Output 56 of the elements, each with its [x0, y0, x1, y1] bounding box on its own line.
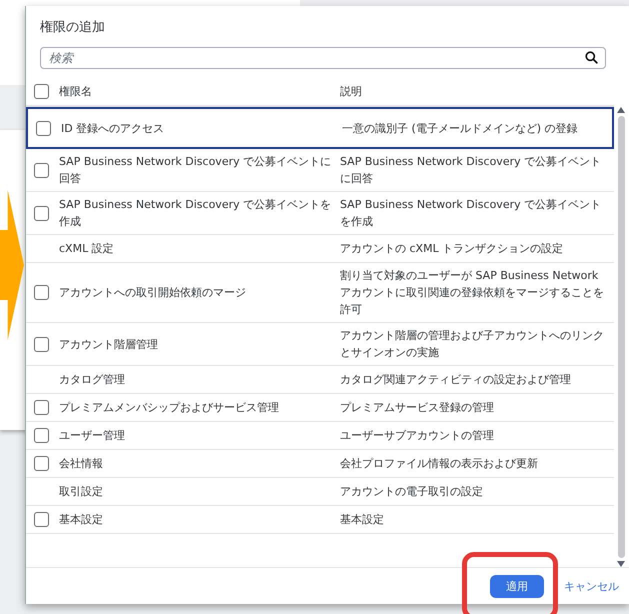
table-cell: 基本設定	[59, 513, 103, 526]
table-cell: 会社情報	[59, 457, 103, 470]
table-row[interactable]: 会社情報 会社プロファイル情報の表示および更新	[26, 450, 614, 478]
table-row[interactable]: SAP Business Network Discovery で公募イベントを作成 SAP Business Network Discovery で公募イベントを作成	[26, 192, 614, 235]
checkbox[interactable]	[36, 120, 50, 136]
table-row[interactable]: カタログ管理 カタログ関連アクティビティの設定および管理	[26, 366, 614, 394]
focused-row[interactable]: ID 登録へのアクセス 一意の識別子 (電子メールドメインなど) の登録	[26, 107, 614, 149]
table-cell: アカウントへの取引開始依頼のマージ	[59, 286, 246, 299]
apply-button[interactable]: 適用	[490, 574, 544, 598]
checkbox[interactable]	[34, 285, 48, 300]
table-cell: 一意の識別子 (電子メールドメインなど) の登録	[342, 122, 578, 134]
table-cell: ユーザー管理	[59, 429, 125, 442]
table-cell: SAP Business Network Discovery で公募イベントに回答	[59, 155, 332, 185]
table-cell: 割り当て対象のユーザーが SAP Business Network アカウントに取引関連の登録依頼をマージすることを許可	[340, 269, 604, 316]
table-cell: アカウントの cXML トランザクションの設定	[340, 242, 564, 255]
table-cell: 取引設定	[59, 485, 103, 498]
scroll-up-icon[interactable]	[617, 107, 625, 113]
table-row[interactable]: SAP Business Network Discovery で公募イベントに回答 SAP Business Network Discovery で公募イベントに回答	[26, 149, 614, 192]
table-row[interactable]: 取引設定 アカウントの電子取引の設定	[26, 478, 614, 506]
table-row[interactable]: プレミアムメンバシップおよびサービス管理 プレミアムサービス登録の管理	[26, 394, 614, 422]
table-cell: カタログ管理	[59, 373, 125, 386]
table-row[interactable]: ユーザー管理 ユーザーサブアカウントの管理	[26, 422, 614, 450]
table-cell: プレミアムメンバシップおよびサービス管理	[59, 401, 279, 414]
table-cell: カタログ関連アクティビティの設定および管理	[340, 373, 571, 386]
checkbox[interactable]	[34, 456, 48, 471]
table-cell: ユーザーサブアカウントの管理	[340, 429, 494, 442]
table-cell: アカウント階層の管理および子アカウントへのリンクとサインオンの実施	[340, 329, 604, 359]
table-cell: cXML 設定	[59, 242, 114, 255]
scrollbar-thumb[interactable]	[618, 116, 624, 558]
dialog-title: 権限の追加	[39, 19, 106, 37]
checkbox[interactable]	[34, 512, 48, 527]
table-row[interactable]: 基本設定 基本設定	[26, 506, 614, 534]
checkbox[interactable]	[34, 206, 48, 220]
cancel-link[interactable]: キャンセル	[564, 574, 619, 598]
table-row[interactable]: アカウント階層管理 アカウント階層の管理および子アカウントへのリンクとサインオンの実施	[26, 323, 614, 366]
checkbox[interactable]	[34, 428, 48, 443]
table-cell: アカウント階層管理	[59, 338, 158, 350]
table-cell: 基本設定	[340, 513, 384, 526]
table-cell: SAP Business Network Discovery で公募イベントに回答	[340, 155, 602, 185]
table-cell: ID 登録へのアクセス	[61, 122, 164, 134]
checkbox[interactable]	[34, 336, 48, 352]
checkbox[interactable]	[34, 84, 48, 98]
table-row[interactable]: cXML 設定 アカウントの cXML トランザクションの設定	[26, 235, 614, 263]
table-row[interactable]: アカウントへの取引開始依頼のマージ 割り当て対象のユーザーが SAP Business Network アカウントに取引関連の登録依頼をマージすることを許可	[26, 263, 614, 323]
table-cell: 会社プロファイル情報の表示および更新	[340, 457, 538, 470]
column-header: 説明	[340, 84, 363, 100]
scroll-down-icon[interactable]	[617, 561, 625, 567]
table-cell: SAP Business Network Discovery で公募イベントを作成	[59, 198, 332, 228]
table-cell: アカウントの電子取引の設定	[340, 485, 483, 498]
search-field[interactable]: 検索	[40, 47, 606, 69]
search-icon[interactable]	[585, 51, 598, 64]
column-header: 権限名	[58, 84, 93, 100]
checkbox[interactable]	[34, 162, 48, 178]
table-cell: SAP Business Network Discovery で公募イベントを作成	[340, 198, 602, 228]
table-cell: プレミアムサービス登録の管理	[340, 401, 494, 414]
checkbox[interactable]	[34, 400, 48, 415]
